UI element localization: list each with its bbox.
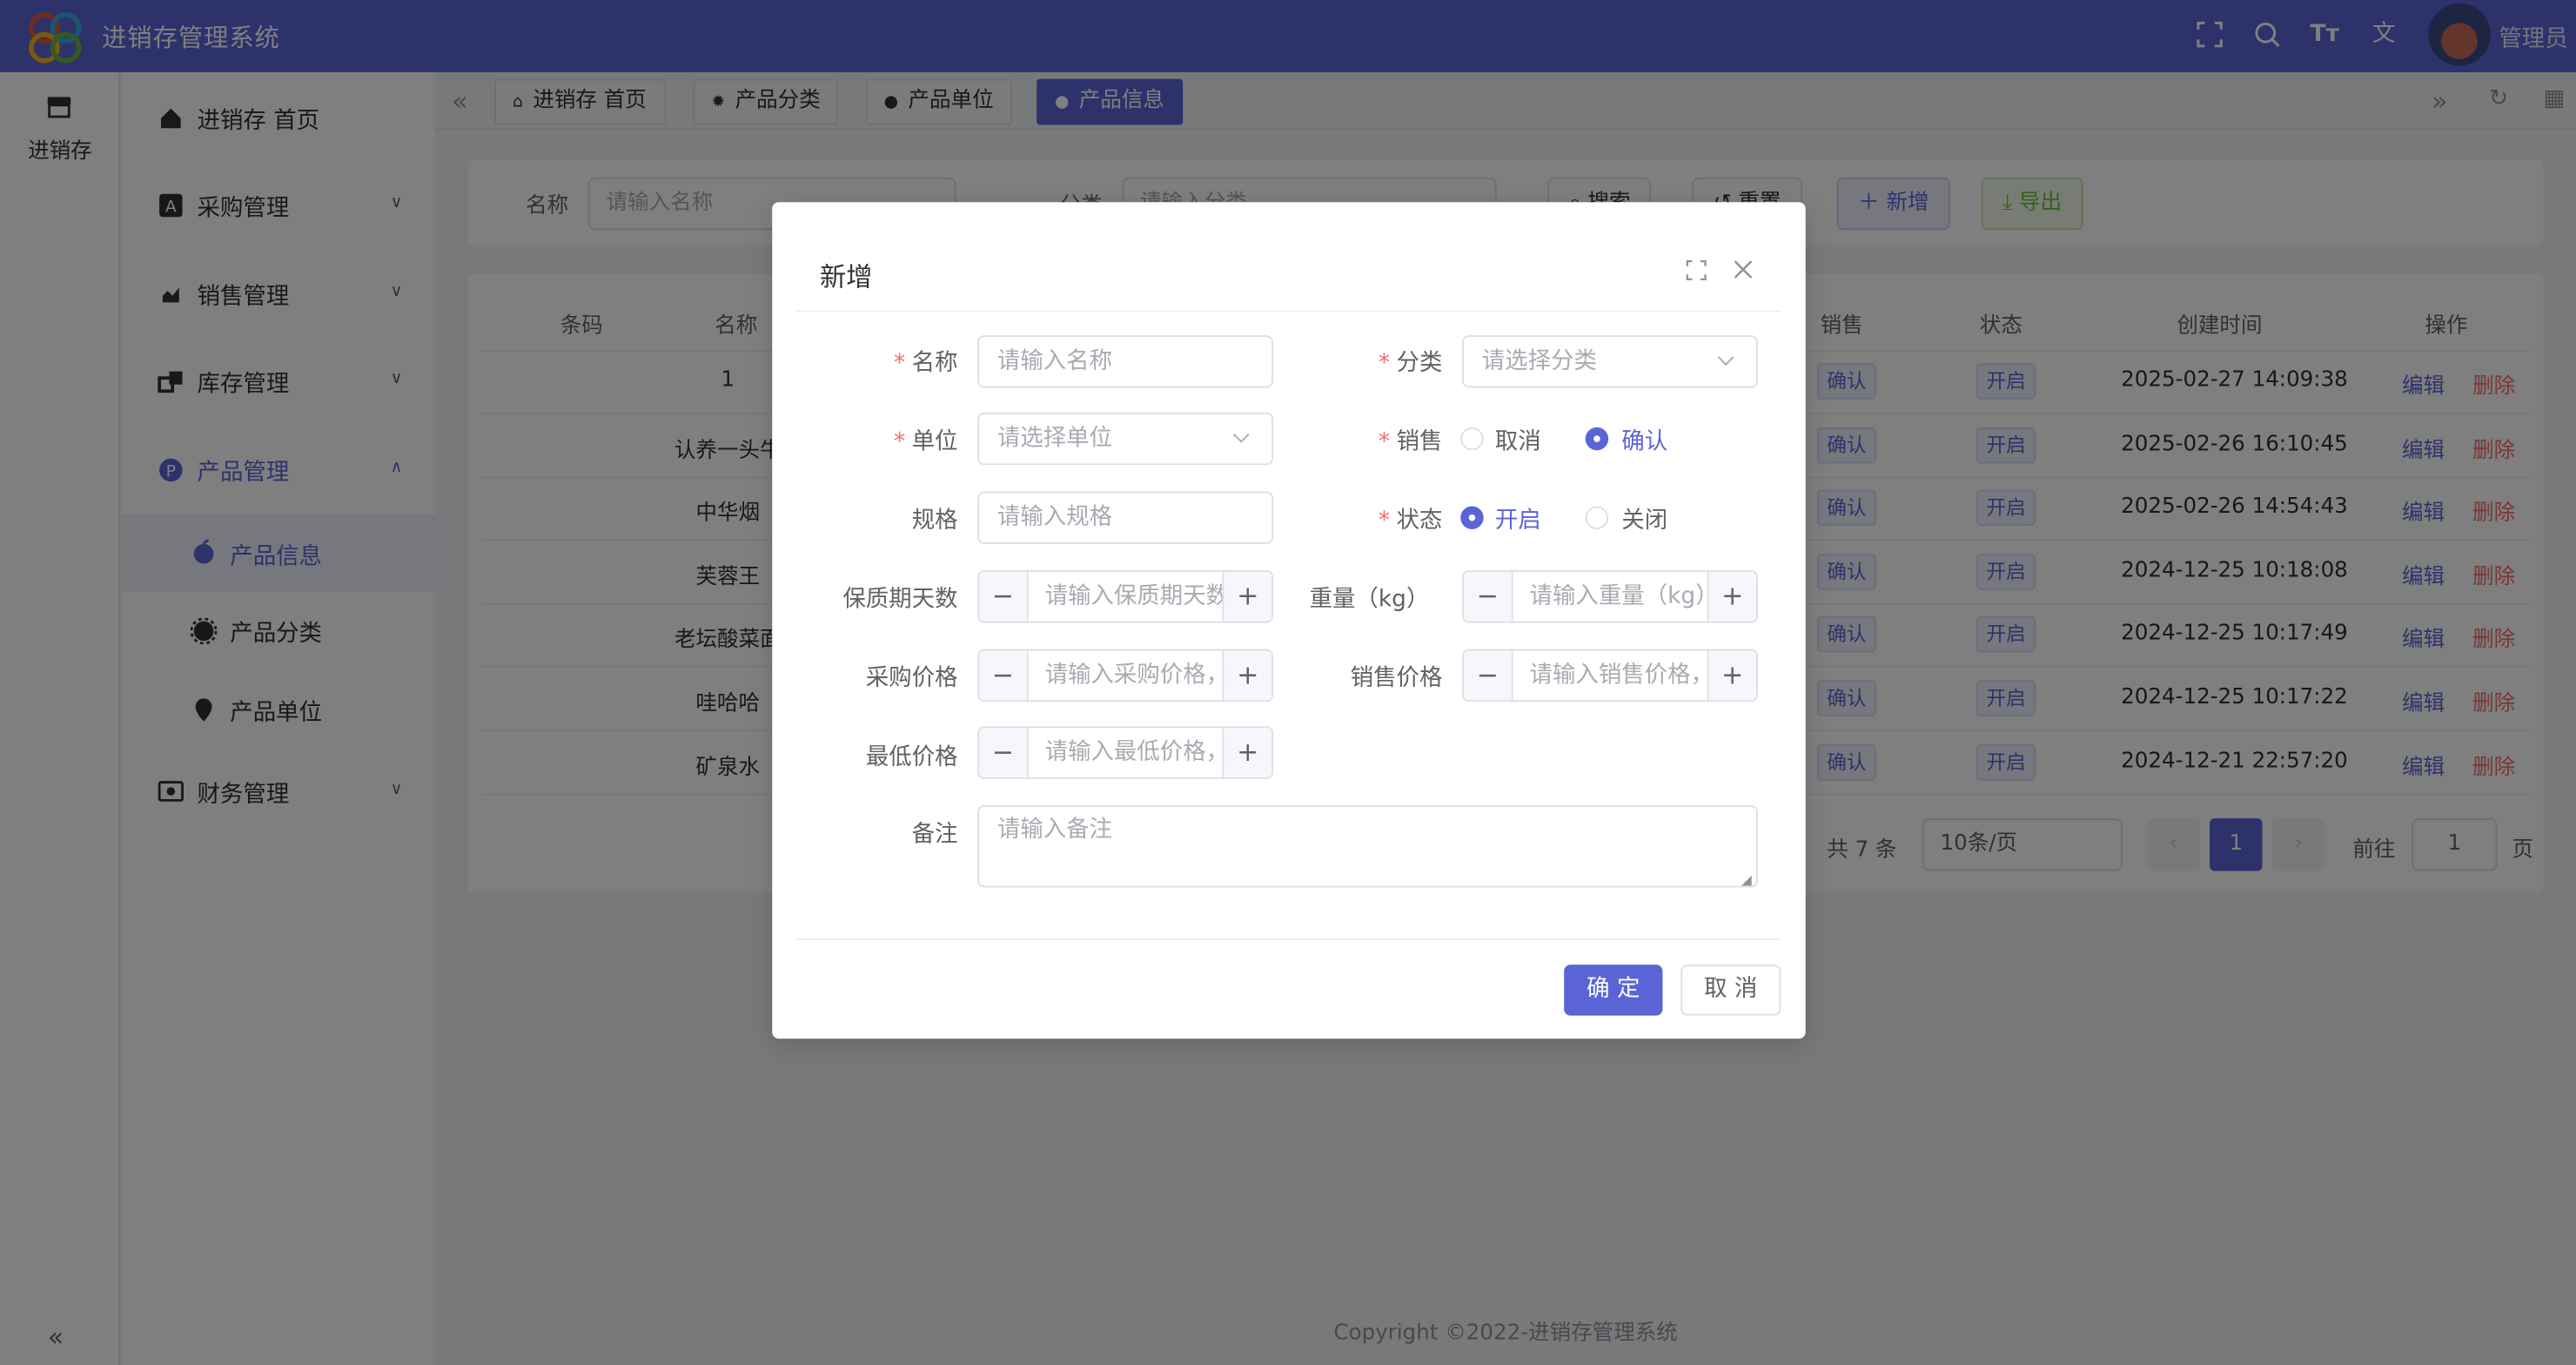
- purchase-price-label: 采购价格: [865, 665, 958, 692]
- spec-label: 规格: [911, 508, 958, 535]
- plus-icon[interactable]: +: [1707, 571, 1757, 622]
- dialog-divider-bottom: [796, 938, 1781, 940]
- min-price-input[interactable]: 请输入最低价格，: [1045, 728, 1223, 777]
- name-label: * 名称: [893, 350, 958, 377]
- min-price-stepper[interactable]: − 请输入最低价格， +: [977, 726, 1274, 779]
- category-label: * 分类: [1378, 350, 1443, 377]
- minus-icon[interactable]: −: [979, 650, 1029, 701]
- category-select[interactable]: 请选择分类: [1462, 335, 1758, 388]
- status-on-radio[interactable]: [1460, 506, 1484, 529]
- dialog-divider-top: [796, 310, 1781, 313]
- sell-price-input[interactable]: 请输入销售价格，: [1530, 651, 1707, 701]
- shelf-label: 保质期天数: [842, 586, 958, 614]
- sale-confirm-radio[interactable]: [1585, 427, 1609, 451]
- cancel-button[interactable]: 取 消: [1680, 965, 1781, 1016]
- sell-price-label: 销售价格: [1350, 665, 1443, 692]
- sale-label: * 销售: [1378, 428, 1443, 455]
- name-input[interactable]: 请输入名称: [977, 335, 1274, 388]
- unit-select[interactable]: 请选择单位: [977, 412, 1274, 466]
- shelf-input[interactable]: 请输入保质期天数: [1045, 572, 1223, 622]
- minus-icon[interactable]: −: [1464, 650, 1513, 701]
- minus-icon[interactable]: −: [979, 571, 1029, 622]
- spec-input[interactable]: 请输入规格: [977, 491, 1274, 544]
- maximize-icon[interactable]: [1686, 259, 1707, 281]
- status-off-radio[interactable]: [1585, 506, 1609, 529]
- sale-confirm-label[interactable]: 确认: [1621, 424, 1667, 457]
- sale-cancel-radio[interactable]: [1460, 427, 1484, 451]
- close-icon[interactable]: [1734, 259, 1754, 279]
- purchase-price-stepper[interactable]: − 请输入采购价格， +: [977, 649, 1274, 703]
- remark-textarea[interactable]: 请输入备注: [977, 805, 1758, 888]
- plus-icon[interactable]: +: [1222, 650, 1272, 701]
- unit-label: * 单位: [893, 428, 958, 455]
- plus-icon[interactable]: +: [1707, 650, 1757, 701]
- dialog-title: 新增: [820, 261, 873, 293]
- status-on-label[interactable]: 开启: [1495, 503, 1541, 536]
- weight-stepper[interactable]: − 请输入重量（kg） +: [1462, 570, 1758, 623]
- sale-cancel-label[interactable]: 取消: [1495, 424, 1541, 457]
- weight-input[interactable]: 请输入重量（kg）: [1530, 572, 1707, 622]
- remark-label: 备注: [911, 821, 958, 849]
- status-label: * 状态: [1378, 508, 1443, 535]
- status-off-label[interactable]: 关闭: [1621, 503, 1667, 536]
- add-dialog: 新增 * 名称 请输入名称 * 分类 请选择分类 * 单位 请选择单位 * 销售 取消 …: [772, 202, 1806, 1039]
- min-price-label: 最低价格: [865, 744, 958, 771]
- shelf-stepper[interactable]: − 请输入保质期天数 +: [977, 570, 1274, 623]
- plus-icon[interactable]: +: [1222, 728, 1272, 777]
- resize-handle[interactable]: ◢: [1741, 872, 1752, 887]
- purchase-price-input[interactable]: 请输入采购价格，: [1045, 651, 1223, 701]
- sell-price-stepper[interactable]: − 请输入销售价格， +: [1462, 649, 1758, 703]
- weight-label: 重量（kg）: [1309, 586, 1430, 614]
- minus-icon[interactable]: −: [1464, 571, 1513, 622]
- minus-icon[interactable]: −: [979, 728, 1029, 777]
- confirm-button[interactable]: 确 定: [1564, 965, 1663, 1016]
